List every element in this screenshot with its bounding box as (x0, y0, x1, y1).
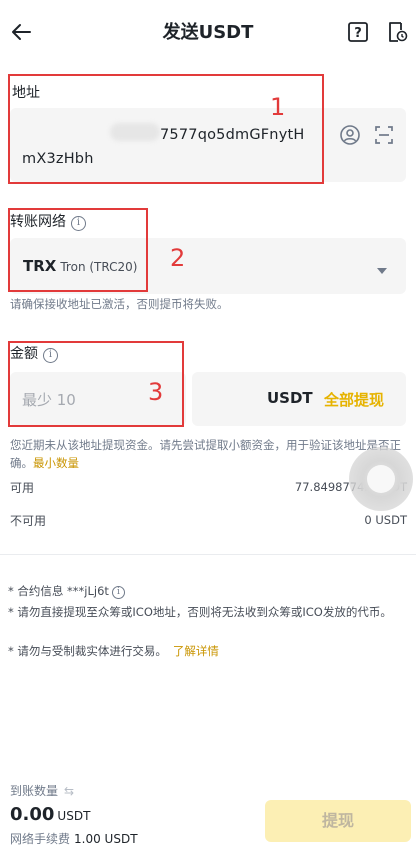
scan-qr-icon[interactable] (373, 124, 395, 146)
unavailable-value: 0 USDT (364, 513, 407, 527)
learn-more-link[interactable]: 了解详情 (173, 644, 219, 658)
divider (0, 554, 416, 555)
annotation-number-1: 1 (270, 93, 286, 121)
svg-text:?: ? (354, 26, 362, 41)
info-icon[interactable]: i (111, 586, 125, 599)
min-amount-link[interactable]: 最小数量 (33, 456, 79, 470)
network-hint: 请确保接收地址已激活，否则提币将失败。 (10, 297, 229, 311)
annotation-number-2: 2 (170, 244, 186, 272)
annotation-box-1 (8, 74, 324, 184)
swap-arrows-icon[interactable]: ⇆ (64, 784, 74, 798)
amount-hint: 您近期未从该地址提现资金。请先尝试提取小额资金，用于验证该地址是否正确。最小数量 (10, 438, 401, 470)
address-book-icon[interactable] (339, 124, 361, 146)
receive-amount-label: 到账数量 ⇆ (10, 784, 75, 798)
annotation-number-3: 3 (148, 378, 164, 406)
history-record-icon[interactable] (386, 21, 408, 43)
available-label: 可用 (10, 481, 35, 495)
help-icon[interactable]: ? (347, 21, 369, 43)
annotation-box-2 (8, 208, 148, 292)
network-fee: 网络手续费 1.00 USDT (10, 832, 138, 846)
dropdown-caret-icon[interactable] (375, 261, 389, 274)
amount-unit: USDT (267, 389, 313, 407)
withdraw-all-button[interactable]: 全部提现 (324, 389, 384, 410)
withdraw-submit-button[interactable]: 提现 (265, 800, 411, 842)
receive-amount: 0.00 USDT (10, 804, 91, 825)
sanction-warning-note: * 请勿与受制裁实体进行交易。 了解详情 (8, 644, 219, 658)
contract-info-note: * 合约信息 ***jLj6t i (8, 582, 125, 601)
unavailable-label: 不可用 (10, 514, 47, 528)
floating-assistive-ball[interactable] (349, 447, 413, 511)
ico-warning-note: * 请勿直接提现至众筹或ICO地址，否则将无法收到众筹或ICO发放的代币。 (8, 605, 392, 619)
